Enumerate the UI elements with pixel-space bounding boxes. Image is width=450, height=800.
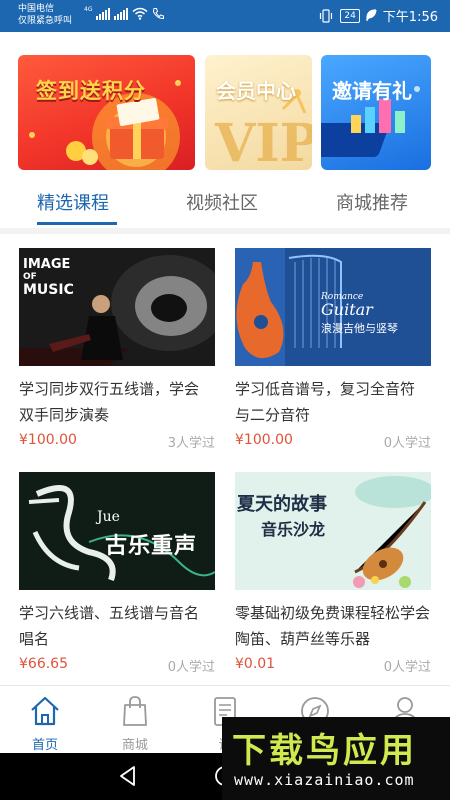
emergency-calls-text: 仅限紧急呼叫 — [18, 16, 73, 26]
network-type: 4G — [84, 6, 93, 13]
banner-text-invite: 邀请有礼 — [332, 79, 412, 103]
signal-icon-secondary — [114, 8, 129, 20]
watermark-url: www.xiazainiao.com — [234, 771, 415, 789]
course-thumbnail[interactable]: IMAGE OF MUSIC — [19, 248, 215, 366]
course-learner-count: 0人学过 — [383, 660, 431, 675]
course-title: 学习低音谱号，复习全音符 与二分音符 — [235, 380, 416, 424]
course-thumbnail[interactable]: 夏天的故事 音乐沙龙 — [235, 472, 431, 590]
course-learner-count: 0人学过 — [383, 436, 431, 451]
nav-mall[interactable]: 商城 — [90, 686, 180, 754]
status-bar: 中国电信 仅限紧急呼叫 4G 24 下午1:56 — [0, 0, 450, 32]
course-price: ¥100.00 — [19, 432, 77, 448]
shopping-bag-icon — [123, 696, 147, 726]
watermark-overlay: 下载鸟应用 www.xiazainiao.com — [222, 717, 450, 800]
thumbnail-caption: Jue 古乐重声 — [97, 509, 198, 559]
course-learner-count: 3人学过 — [167, 436, 215, 451]
course-learner-count: 0人学过 — [167, 660, 215, 675]
battery-icon: 24 — [340, 8, 360, 23]
signal-group: 4G — [84, 7, 165, 20]
tab-video-community[interactable]: 视频社区 — [186, 189, 258, 215]
vip-illustration: VIP — [214, 89, 312, 170]
tab-mall-recommend[interactable]: 商城推荐 — [336, 189, 408, 215]
vibrate-icon — [320, 8, 333, 23]
carrier-info: 中国电信 仅限紧急呼叫 — [18, 3, 72, 27]
tab-featured-courses[interactable]: 精选课程 — [37, 189, 109, 215]
course-price: ¥100.00 — [235, 432, 293, 448]
thumbnail-caption: 夏天的故事 音乐沙龙 — [237, 494, 327, 539]
svg-text:VIP: VIP — [214, 113, 312, 170]
home-icon — [31, 696, 59, 726]
section-divider — [0, 228, 450, 234]
tab-active-indicator — [37, 222, 117, 225]
app-screen: 中国电信 仅限紧急呼叫 4G 24 下午1:56 签到送积分 VIP 会员中心 … — [0, 0, 450, 800]
course-title: 零基础初级免费课程轻松学会陶笛、葫芦丝等乐器 — [235, 604, 431, 648]
checkin-points-banner[interactable]: 签到送积分 — [18, 55, 195, 170]
watermark-title: 下载鸟应用 — [232, 731, 417, 771]
course-title: 学习六线谱、五线谱与音名 唱名 — [19, 604, 200, 648]
call-icon — [153, 8, 165, 20]
course-price: ¥0.01 — [235, 656, 276, 672]
vip-center-banner[interactable]: VIP 会员中心 — [205, 55, 312, 170]
thumbnail-caption: IMAGE OF MUSIC — [23, 257, 74, 298]
status-right: 24 下午1:56 — [318, 6, 438, 25]
carrier-name: 中国电信 — [18, 4, 55, 14]
clock: 下午1:56 — [382, 10, 438, 25]
course-thumbnail[interactable]: Jue 古乐重声 — [19, 472, 215, 590]
leaf-icon — [366, 9, 377, 21]
signal-icon — [96, 8, 111, 20]
nav-home[interactable]: 首页 — [0, 686, 90, 754]
thumbnail-caption: Romance Guitar 浪漫吉他与竖琴 — [321, 292, 398, 335]
gift-box-illustration — [29, 80, 181, 170]
wifi-icon — [132, 7, 148, 20]
nav-label: 商城 — [121, 738, 148, 753]
invite-gift-banner[interactable]: 邀请有礼 — [321, 55, 431, 170]
banner-text-vip: 会员中心 — [216, 79, 296, 103]
back-icon[interactable] — [116, 764, 140, 788]
course-title: 学习同步双行五线谱，学会 双手同步演奏 — [19, 380, 200, 424]
course-price: ¥66.65 — [19, 656, 68, 672]
course-thumbnail[interactable]: Romance Guitar 浪漫吉他与竖琴 — [235, 248, 431, 366]
phone-city-illustration — [321, 86, 420, 157]
banner-text-checkin: 签到送积分 — [36, 79, 146, 103]
nav-label: 首页 — [31, 738, 58, 753]
